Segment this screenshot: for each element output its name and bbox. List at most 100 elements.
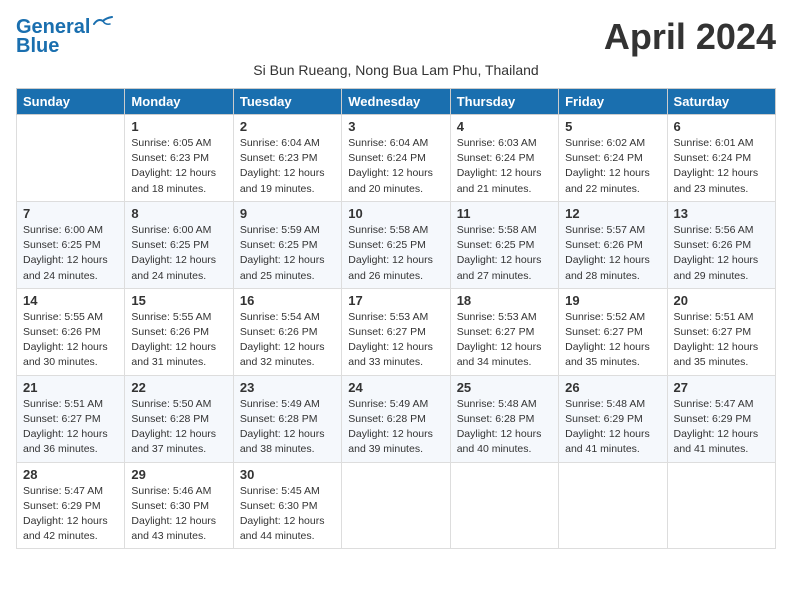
calendar-cell: 11 Sunrise: 5:58 AMSunset: 6:25 PMDayligh…: [450, 201, 558, 288]
calendar-cell: 13 Sunrise: 5:56 AMSunset: 6:26 PMDayligh…: [667, 201, 775, 288]
calendar-cell: 23Sunrise: 5:49 AMSunset: 6:28 PMDayligh…: [233, 375, 341, 462]
day-number: 6: [674, 119, 769, 134]
day-number: 15: [131, 293, 226, 308]
day-number: 29: [131, 467, 226, 482]
day-number: 11: [457, 206, 552, 221]
calendar-cell: 10 Sunrise: 5:58 AMSunset: 6:25 PMDayligh…: [342, 201, 450, 288]
day-info: Sunrise: 5:53 AMSunset: 6:27 PMDaylight:…: [348, 310, 443, 371]
day-info: Sunrise: 6:00 AMSunset: 6:25 PMDaylight:…: [23, 223, 118, 284]
day-info: Sunrise: 6:03 AMSunset: 6:24 PMDaylight:…: [457, 136, 552, 197]
header: General Blue April 2024: [16, 16, 776, 58]
calendar-cell: 29 Sunrise: 5:46 AMSunset: 6:30 PMDayligh…: [125, 462, 233, 549]
calendar-cell: 28 Sunrise: 5:47 AMSunset: 6:29 PMDayligh…: [17, 462, 125, 549]
day-info: Sunrise: 6:05 AMSunset: 6:23 PMDaylight:…: [131, 136, 226, 197]
column-header-friday: Friday: [559, 89, 667, 115]
calendar-table: SundayMondayTuesdayWednesdayThursdayFrid…: [16, 88, 776, 549]
day-number: 21: [23, 380, 118, 395]
calendar-cell: 5 Sunrise: 6:02 AMSunset: 6:24 PMDaylight…: [559, 115, 667, 202]
day-info: Sunrise: 5:45 AMSunset: 6:30 PMDaylight:…: [240, 484, 335, 545]
day-number: 27: [674, 380, 769, 395]
column-header-wednesday: Wednesday: [342, 89, 450, 115]
day-info: Sunrise: 5:55 AMSunset: 6:26 PMDaylight:…: [23, 310, 118, 371]
calendar-cell: 18 Sunrise: 5:53 AMSunset: 6:27 PMDayligh…: [450, 288, 558, 375]
column-header-saturday: Saturday: [667, 89, 775, 115]
calendar-week-row: 1Sunrise: 6:05 AMSunset: 6:23 PMDaylight…: [17, 115, 776, 202]
day-number: 28: [23, 467, 118, 482]
calendar-cell: 16 Sunrise: 5:54 AMSunset: 6:26 PMDayligh…: [233, 288, 341, 375]
day-number: 8: [131, 206, 226, 221]
day-number: 26: [565, 380, 660, 395]
column-header-monday: Monday: [125, 89, 233, 115]
calendar-cell: 26 Sunrise: 5:48 AMSunset: 6:29 PMDayligh…: [559, 375, 667, 462]
day-number: 7: [23, 206, 118, 221]
day-info: Sunrise: 5:56 AMSunset: 6:26 PMDaylight:…: [674, 223, 769, 284]
day-number: 10: [348, 206, 443, 221]
calendar-cell: [17, 115, 125, 202]
calendar-cell: 20 Sunrise: 5:51 AMSunset: 6:27 PMDayligh…: [667, 288, 775, 375]
day-info: Sunrise: 5:59 AMSunset: 6:25 PMDaylight:…: [240, 223, 335, 284]
subtitle: Si Bun Rueang, Nong Bua Lam Phu, Thailan…: [16, 62, 776, 78]
day-info: Sunrise: 5:58 AMSunset: 6:25 PMDaylight:…: [457, 223, 552, 284]
day-number: 13: [674, 206, 769, 221]
calendar-cell: 3Sunrise: 6:04 AMSunset: 6:24 PMDaylight…: [342, 115, 450, 202]
day-info: Sunrise: 5:49 AMSunset: 6:28 PMDaylight:…: [348, 397, 443, 458]
calendar-cell: 21 Sunrise: 5:51 AMSunset: 6:27 PMDayligh…: [17, 375, 125, 462]
day-number: 17: [348, 293, 443, 308]
month-title: April 2024: [604, 16, 776, 58]
day-number: 16: [240, 293, 335, 308]
day-info: Sunrise: 5:48 AMSunset: 6:28 PMDaylight:…: [457, 397, 552, 458]
calendar-cell: 9 Sunrise: 5:59 AMSunset: 6:25 PMDaylight…: [233, 201, 341, 288]
calendar-cell: 7 Sunrise: 6:00 AMSunset: 6:25 PMDaylight…: [17, 201, 125, 288]
day-info: Sunrise: 5:55 AMSunset: 6:26 PMDaylight:…: [131, 310, 226, 371]
day-info: Sunrise: 5:46 AMSunset: 6:30 PMDaylight:…: [131, 484, 226, 545]
day-number: 23: [240, 380, 335, 395]
calendar-cell: 4Sunrise: 6:03 AMSunset: 6:24 PMDaylight…: [450, 115, 558, 202]
day-info: Sunrise: 6:01 AMSunset: 6:24 PMDaylight:…: [674, 136, 769, 197]
column-header-sunday: Sunday: [17, 89, 125, 115]
day-number: 25: [457, 380, 552, 395]
day-info: Sunrise: 6:02 AMSunset: 6:24 PMDaylight:…: [565, 136, 660, 197]
day-number: 18: [457, 293, 552, 308]
day-number: 9: [240, 206, 335, 221]
day-info: Sunrise: 5:58 AMSunset: 6:25 PMDaylight:…: [348, 223, 443, 284]
calendar-cell: [559, 462, 667, 549]
logo-blue: Blue: [16, 35, 59, 58]
day-info: Sunrise: 5:47 AMSunset: 6:29 PMDaylight:…: [674, 397, 769, 458]
day-number: 22: [131, 380, 226, 395]
day-info: Sunrise: 5:47 AMSunset: 6:29 PMDaylight:…: [23, 484, 118, 545]
day-info: Sunrise: 5:50 AMSunset: 6:28 PMDaylight:…: [131, 397, 226, 458]
day-info: Sunrise: 5:52 AMSunset: 6:27 PMDaylight:…: [565, 310, 660, 371]
calendar-week-row: 7 Sunrise: 6:00 AMSunset: 6:25 PMDaylight…: [17, 201, 776, 288]
calendar-cell: 8 Sunrise: 6:00 AMSunset: 6:25 PMDaylight…: [125, 201, 233, 288]
calendar-cell: 2 Sunrise: 6:04 AMSunset: 6:23 PMDaylight…: [233, 115, 341, 202]
calendar-cell: 27 Sunrise: 5:47 AMSunset: 6:29 PMDayligh…: [667, 375, 775, 462]
calendar-cell: [342, 462, 450, 549]
calendar-cell: 22 Sunrise: 5:50 AMSunset: 6:28 PMDayligh…: [125, 375, 233, 462]
day-info: Sunrise: 5:57 AMSunset: 6:26 PMDaylight:…: [565, 223, 660, 284]
day-info: Sunrise: 5:51 AMSunset: 6:27 PMDaylight:…: [674, 310, 769, 371]
calendar-cell: 12 Sunrise: 5:57 AMSunset: 6:26 PMDayligh…: [559, 201, 667, 288]
calendar-week-row: 21 Sunrise: 5:51 AMSunset: 6:27 PMDayligh…: [17, 375, 776, 462]
day-info: Sunrise: 5:51 AMSunset: 6:27 PMDaylight:…: [23, 397, 118, 458]
day-number: 24: [348, 380, 443, 395]
day-info: Sunrise: 5:53 AMSunset: 6:27 PMDaylight:…: [457, 310, 552, 371]
calendar-cell: 14Sunrise: 5:55 AMSunset: 6:26 PMDayligh…: [17, 288, 125, 375]
calendar-cell: 17 Sunrise: 5:53 AMSunset: 6:27 PMDayligh…: [342, 288, 450, 375]
calendar-cell: 1Sunrise: 6:05 AMSunset: 6:23 PMDaylight…: [125, 115, 233, 202]
calendar-week-row: 14Sunrise: 5:55 AMSunset: 6:26 PMDayligh…: [17, 288, 776, 375]
calendar-body: 1Sunrise: 6:05 AMSunset: 6:23 PMDaylight…: [17, 115, 776, 549]
day-number: 20: [674, 293, 769, 308]
day-number: 12: [565, 206, 660, 221]
day-number: 19: [565, 293, 660, 308]
calendar-cell: [667, 462, 775, 549]
day-info: Sunrise: 6:00 AMSunset: 6:25 PMDaylight:…: [131, 223, 226, 284]
day-info: Sunrise: 5:48 AMSunset: 6:29 PMDaylight:…: [565, 397, 660, 458]
day-info: Sunrise: 5:54 AMSunset: 6:26 PMDaylight:…: [240, 310, 335, 371]
calendar-header-row: SundayMondayTuesdayWednesdayThursdayFrid…: [17, 89, 776, 115]
calendar-cell: [450, 462, 558, 549]
day-number: 30: [240, 467, 335, 482]
day-number: 5: [565, 119, 660, 134]
calendar-week-row: 28 Sunrise: 5:47 AMSunset: 6:29 PMDayligh…: [17, 462, 776, 549]
day-info: Sunrise: 6:04 AMSunset: 6:23 PMDaylight:…: [240, 136, 335, 197]
day-number: 2: [240, 119, 335, 134]
